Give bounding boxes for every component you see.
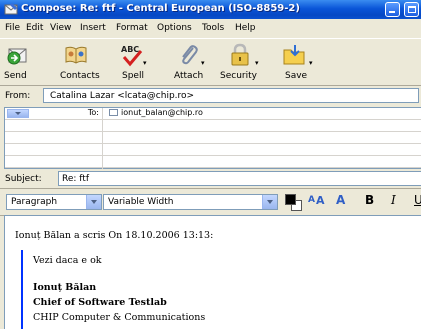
text-color-button[interactable] [285, 194, 302, 211]
menu-insert[interactable]: Insert [80, 23, 106, 33]
menu-edit[interactable]: Edit [26, 23, 43, 33]
spell-dropdown-icon[interactable]: ▾ [143, 59, 147, 67]
message-body-editor[interactable]: Ionuț Bălan a scris On 18.10.2006 13:13:… [4, 215, 421, 329]
bold-button[interactable]: B [365, 193, 374, 207]
address-card-icon [109, 109, 118, 116]
recipient-row-empty[interactable] [5, 120, 421, 132]
from-select[interactable]: Catalina Lazar <lcata@chip.ro> [43, 88, 419, 103]
quoted-signature-role: Chief of Software Testlab [33, 297, 167, 308]
text-color-swatch [285, 194, 296, 205]
menu-bar: File Edit View Insert Format Options Too… [0, 20, 421, 37]
recipient-list[interactable]: To: ionut_balan@chip.ro [4, 107, 421, 169]
subject-input[interactable]: Re: ftf [58, 171, 421, 186]
menu-tools[interactable]: Tools [202, 23, 224, 33]
title-bar[interactable]: Compose: Re: ftf - Central European (ISO… [0, 0, 421, 19]
minimize-button[interactable] [385, 2, 400, 17]
recipient-row-empty[interactable] [5, 144, 421, 156]
recipient-row-empty[interactable] [5, 156, 421, 168]
security-button[interactable]: ▾ Security [218, 43, 262, 83]
send-icon [7, 48, 27, 65]
recipient-row-empty[interactable] [5, 132, 421, 144]
underline-button[interactable]: U [414, 193, 421, 207]
window-title: Compose: Re: ftf - Central European (ISO… [21, 3, 300, 14]
compose-envelope-icon [4, 3, 18, 15]
spell-button[interactable]: ABC ▾ Spell [118, 43, 148, 83]
menu-help[interactable]: Help [235, 23, 256, 33]
recipient-type-label: To: [87, 108, 99, 117]
padlock-icon [231, 43, 249, 66]
font-select[interactable]: Variable Width [103, 194, 278, 210]
security-dropdown-icon[interactable]: ▾ [255, 59, 259, 67]
save-folder-icon [283, 45, 305, 65]
recipient-address[interactable]: ionut_balan@chip.ro [109, 108, 203, 117]
quoted-signature-company: CHIP Computer & Communications [33, 312, 206, 323]
subject-row: Subject: Re: ftf [0, 170, 421, 187]
spell-label: Spell [122, 71, 144, 81]
from-row: From: Catalina Lazar <lcata@chip.ro> [0, 86, 421, 106]
paragraph-style-value: Paragraph [11, 197, 58, 207]
menu-view[interactable]: View [50, 23, 71, 33]
reply-header: Ionuț Bălan a scris On 18.10.2006 13:13: [15, 230, 214, 241]
recipient-address-text: ionut_balan@chip.ro [121, 108, 203, 117]
save-label: Save [285, 71, 308, 81]
font-dropdown-icon[interactable] [262, 195, 277, 209]
save-dropdown-icon[interactable]: ▾ [309, 59, 313, 67]
attach-dropdown-icon[interactable]: ▾ [201, 59, 205, 67]
font-value: Variable Width [108, 197, 174, 207]
menu-options[interactable]: Options [157, 23, 192, 33]
paperclip-icon [182, 45, 198, 65]
maximize-button[interactable] [404, 2, 419, 17]
attach-label: Attach [174, 71, 204, 81]
recipient-type-dropdown-icon[interactable] [7, 109, 29, 118]
spell-icon-text: ABC [121, 45, 139, 54]
send-label: Send [4, 71, 27, 81]
quoted-signature-name: Ionuț Bălan [33, 282, 97, 293]
from-label: From: [5, 91, 31, 101]
recipient-type-select[interactable]: To: [7, 108, 99, 118]
contacts-button[interactable]: Contacts [56, 43, 100, 83]
recipient-row[interactable]: To: ionut_balan@chip.ro [5, 108, 421, 120]
spell-check-icon: ABC [121, 45, 143, 67]
quote-bar [21, 250, 23, 329]
italic-button[interactable]: I [391, 193, 396, 207]
attach-button[interactable]: ▾ Attach [172, 43, 208, 83]
smaller-text-button[interactable]: A [308, 195, 315, 205]
format-toolbar: Paragraph Variable Width A A A B I U [0, 188, 421, 216]
security-label: Security [220, 71, 257, 81]
smaller-text-button-large-glyph[interactable]: A [316, 194, 325, 207]
paragraph-style-dropdown-icon[interactable] [86, 195, 101, 209]
send-button[interactable]: Send [4, 43, 32, 83]
menu-format[interactable]: Format [116, 23, 148, 33]
main-toolbar: Send Contacts ABC ▾ Spell ▾ Attach ▾ Sec… [0, 38, 421, 86]
quoted-text-line: Vezi daca e ok [33, 255, 102, 266]
larger-text-button[interactable]: A [336, 193, 345, 207]
compose-window: Compose: Re: ftf - Central European (ISO… [0, 0, 421, 329]
paragraph-style-select[interactable]: Paragraph [6, 194, 102, 210]
subject-label: Subject: [5, 174, 42, 184]
save-button[interactable]: ▾ Save [280, 43, 314, 83]
menu-file[interactable]: File [5, 23, 20, 33]
contacts-label: Contacts [60, 71, 100, 81]
contacts-book-icon [65, 46, 87, 64]
